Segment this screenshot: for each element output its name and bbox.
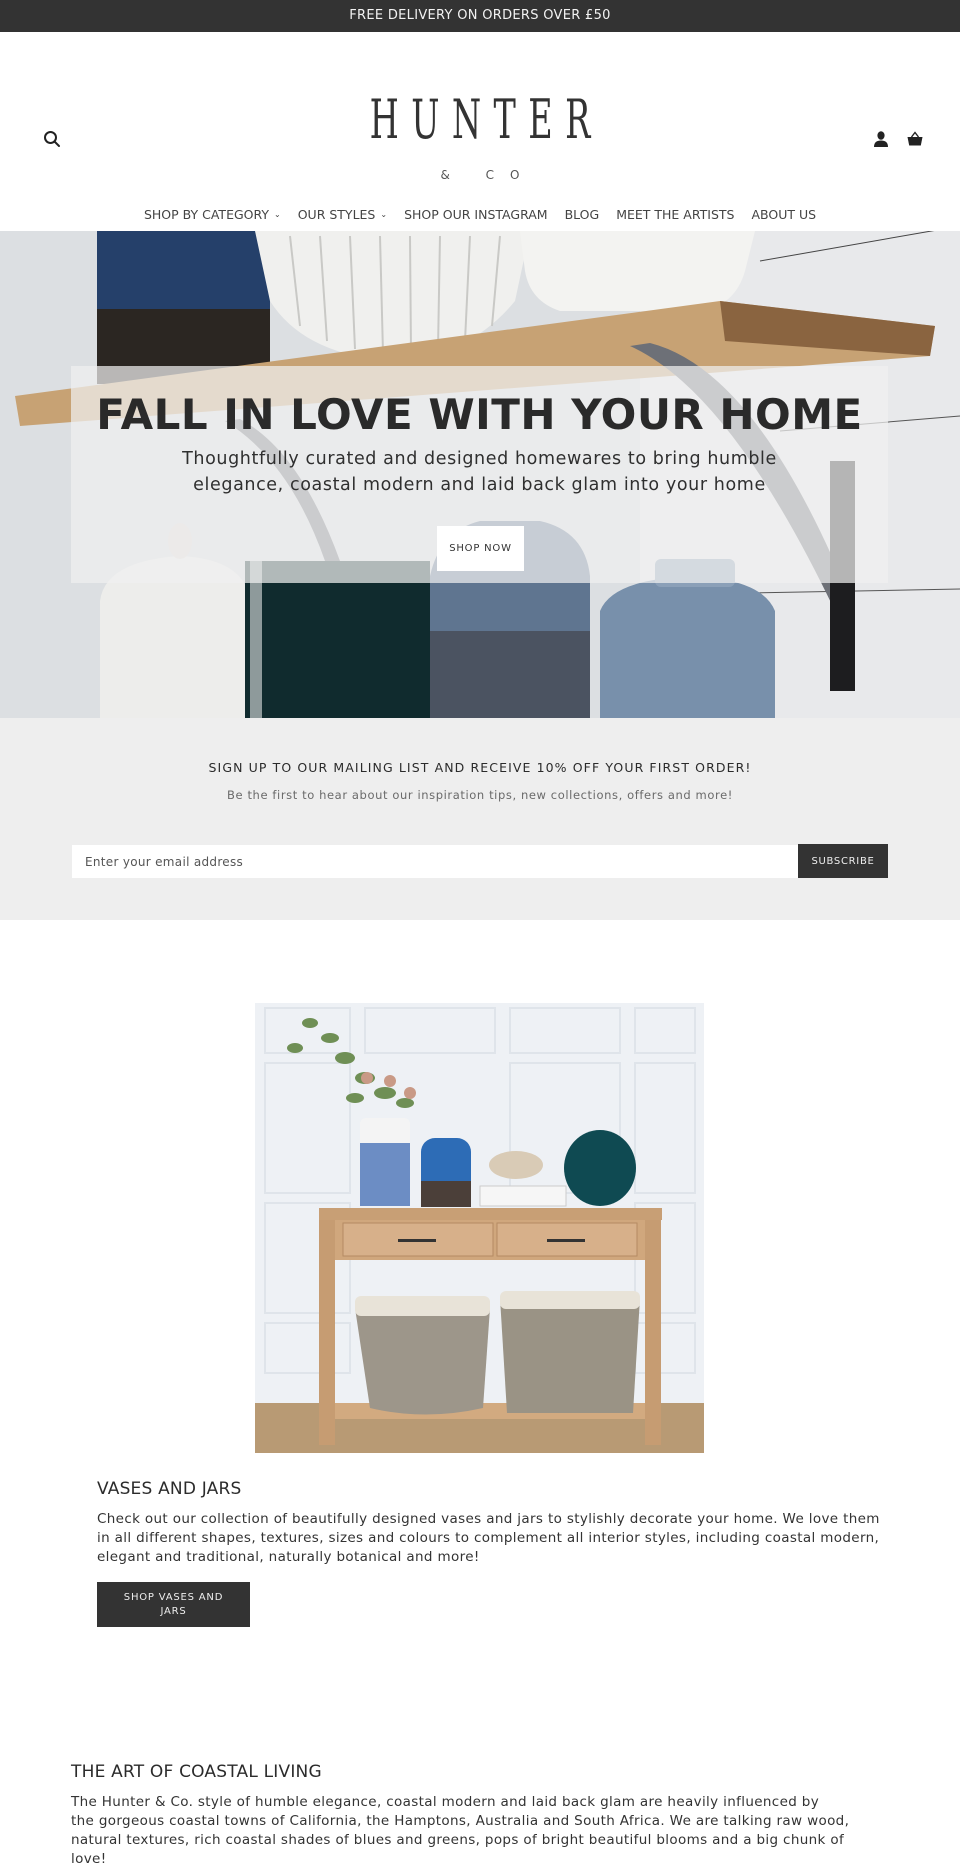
feature-image-art	[255, 1003, 704, 1453]
basket-icon	[907, 131, 923, 146]
feature-title: VASES AND JARS	[97, 1479, 242, 1499]
logo[interactable]: HUNTER	[182, 90, 777, 150]
search-button[interactable]	[43, 130, 61, 148]
nav-our-styles[interactable]: OUR STYLES ⌄	[298, 207, 387, 222]
announcement-bar: FREE DELIVERY ON ORDERS OVER £50	[0, 0, 960, 32]
hero-title: FALL IN LOVE WITH YOUR HOME	[96, 390, 863, 439]
search-icon	[44, 131, 60, 147]
shop-vases-and-jars-button[interactable]: SHOP VASES AND JARS	[97, 1582, 250, 1627]
email-input[interactable]	[72, 845, 798, 878]
shop-now-button[interactable]: SHOP NOW	[437, 526, 524, 571]
user-icon	[874, 131, 888, 147]
feature-description: Check out our collection of beautifully …	[97, 1511, 880, 1565]
about-line: the gorgeous coastal towns of California…	[71, 1813, 850, 1829]
chevron-down-icon: ⌄	[274, 210, 281, 219]
cart-button[interactable]	[906, 130, 924, 148]
nav-meet-the-artists[interactable]: MEET THE ARTISTS	[616, 207, 734, 222]
nav-about-us[interactable]: ABOUT US	[751, 207, 816, 222]
nav-shop-our-instagram[interactable]: SHOP OUR INSTAGRAM	[404, 207, 548, 222]
main-nav: SHOP BY CATEGORY ⌄ OUR STYLES ⌄ SHOP OUR I…	[0, 207, 960, 222]
signup-subtitle: Be the first to hear about our inspirati…	[227, 788, 733, 802]
nav-blog[interactable]: BLOG	[565, 207, 600, 222]
hero-banner: FALL IN LOVE WITH YOUR HOME Thoughtfully…	[0, 231, 960, 718]
about-description: The Hunter & Co. style of humble eleganc…	[71, 1793, 871, 1869]
signup-title: SIGN UP TO OUR MAILING LIST AND RECEIVE …	[208, 760, 752, 775]
about-title: THE ART OF COASTAL LIVING	[71, 1762, 322, 1782]
hero-subtitle: Thoughtfully curated and designed homewa…	[182, 449, 777, 495]
about-line: natural textures, rich coastal shades of…	[71, 1832, 845, 1848]
newsletter-signup: SIGN UP TO OUR MAILING LIST AND RECEIVE …	[0, 718, 960, 920]
about-line: The Hunter & Co. style of humble eleganc…	[71, 1794, 820, 1810]
hero-panel: FALL IN LOVE WITH YOUR HOME Thoughtfully…	[71, 366, 888, 583]
site-header: HUNTER & CO SHOP BY CATEGORY ⌄ OUR STYLES…	[0, 32, 960, 231]
vases-and-jars-image[interactable]	[255, 1003, 704, 1453]
announcement-text: FREE DELIVERY ON ORDERS OVER £50	[349, 8, 611, 23]
account-button[interactable]	[872, 130, 890, 148]
logo-subtitle: & CO	[440, 168, 536, 182]
subscribe-button[interactable]: SUBSCRIBE	[798, 844, 888, 878]
nav-shop-by-category[interactable]: SHOP BY CATEGORY ⌄	[144, 207, 281, 222]
about-line: love!	[71, 1851, 107, 1867]
chevron-down-icon: ⌄	[380, 210, 388, 219]
